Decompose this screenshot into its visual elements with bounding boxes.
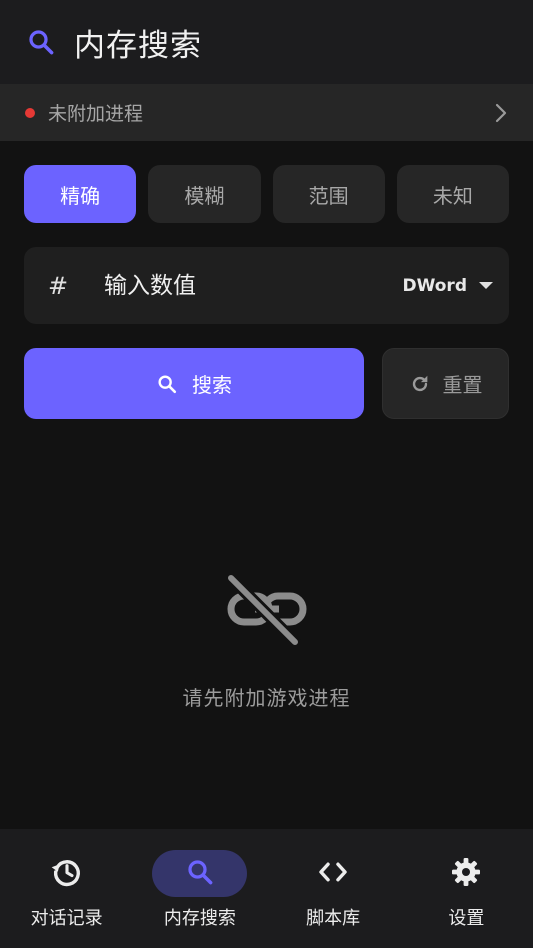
nav-icon-container	[286, 850, 381, 897]
nav-item-memory-search[interactable]: 内存搜索	[133, 829, 266, 948]
process-status-text: 未附加进程	[48, 103, 144, 125]
empty-state-message: 请先附加游戏进程	[182, 686, 351, 710]
app-header: 内存搜索	[0, 0, 533, 84]
app-root: 内存搜索 未附加进程 精确 模糊 范围 未知 # DWord	[0, 0, 533, 948]
nav-icon-container	[419, 850, 514, 897]
mode-chip-exact[interactable]: 精确	[24, 165, 137, 223]
search-icon	[26, 27, 56, 57]
nav-icon-container	[19, 850, 114, 897]
mode-chip-range[interactable]: 范围	[272, 165, 385, 223]
nav-label-settings: 设置	[448, 908, 485, 929]
link-off-icon	[224, 570, 309, 654]
hash-icon: #	[48, 271, 69, 300]
value-type-dropdown[interactable]: DWord	[402, 275, 493, 296]
search-icon	[185, 857, 215, 891]
search-mode-selector: 精确 模糊 范围 未知	[24, 165, 509, 223]
gear-icon	[450, 856, 482, 892]
caret-down-icon	[479, 282, 493, 289]
value-input[interactable]	[102, 271, 403, 300]
search-icon	[156, 373, 178, 395]
process-status-bar[interactable]: 未附加进程	[0, 84, 533, 141]
reset-button[interactable]: 重置	[382, 348, 509, 419]
value-type-label: DWord	[402, 275, 468, 296]
nav-item-scripts[interactable]: 脚本库	[267, 829, 400, 948]
mode-chip-fuzzy[interactable]: 模糊	[148, 165, 261, 223]
bottom-nav: 对话记录 内存搜索 脚本库 设置	[0, 829, 533, 948]
history-icon	[50, 855, 84, 893]
chevron-right-icon	[491, 103, 511, 123]
nav-icon-container	[152, 850, 248, 897]
nav-item-settings[interactable]: 设置	[400, 829, 533, 948]
nav-item-history[interactable]: 对话记录	[0, 829, 133, 948]
page-title: 内存搜索	[74, 27, 202, 64]
search-button[interactable]: 搜索	[24, 348, 364, 419]
empty-state: 请先附加游戏进程	[0, 570, 533, 711]
status-dot	[25, 107, 35, 118]
nav-label-memory-search: 内存搜索	[163, 908, 236, 929]
refresh-icon	[409, 373, 431, 395]
mode-chip-unknown[interactable]: 未知	[396, 165, 509, 223]
nav-label-history: 对话记录	[30, 908, 103, 929]
nav-label-scripts: 脚本库	[306, 908, 361, 929]
search-button-label: 搜索	[192, 373, 232, 397]
code-icon	[316, 855, 350, 893]
reset-button-label: 重置	[442, 373, 483, 397]
value-input-row: # DWord	[24, 247, 509, 324]
